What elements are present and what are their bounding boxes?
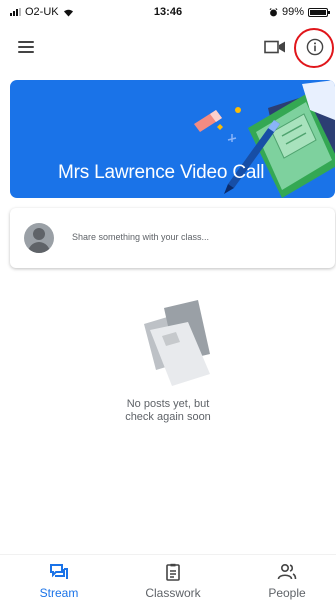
empty-line-2: check again soon (125, 411, 211, 423)
nav-stream[interactable]: Stream (14, 555, 104, 602)
nav-stream-label: Stream (39, 586, 79, 600)
people-icon (277, 563, 297, 580)
avatar-head (33, 228, 45, 240)
avatar (24, 223, 54, 253)
nav-people-label: People (268, 586, 306, 600)
nav-classwork[interactable]: Classwork (128, 555, 218, 602)
info-icon[interactable] (306, 38, 324, 56)
battery-icon (308, 7, 330, 17)
battery-fill (310, 9, 326, 15)
empty-state-text: No posts yet, but check again soon (0, 398, 336, 424)
empty-line-1: No posts yet, but (126, 398, 210, 410)
class-title: Mrs Lawrence Video Call (58, 162, 265, 183)
avatar-body (28, 242, 50, 253)
status-bar: O2-UK 13:46 99% (0, 0, 336, 24)
status-right: 99% (269, 6, 330, 18)
empty-posts-icon (144, 300, 210, 386)
share-placeholder[interactable]: Share something with your class... (72, 232, 209, 242)
hamburger-menu-icon[interactable] (18, 41, 34, 53)
nav-classwork-label: Classwork (145, 586, 201, 600)
share-post-card[interactable]: Share something with your class... (10, 208, 335, 268)
classwork-icon (166, 563, 180, 581)
bottom-navigation: Stream Classwork People (0, 554, 336, 602)
battery-percent: 99% (281, 6, 304, 18)
app-bar (0, 28, 336, 68)
stream-icon (50, 564, 68, 579)
alarm-icon (269, 7, 278, 16)
nav-people[interactable]: People (242, 555, 332, 602)
class-banner[interactable]: Mrs Lawrence Video Call (10, 80, 335, 198)
video-camera-icon[interactable] (264, 40, 286, 54)
